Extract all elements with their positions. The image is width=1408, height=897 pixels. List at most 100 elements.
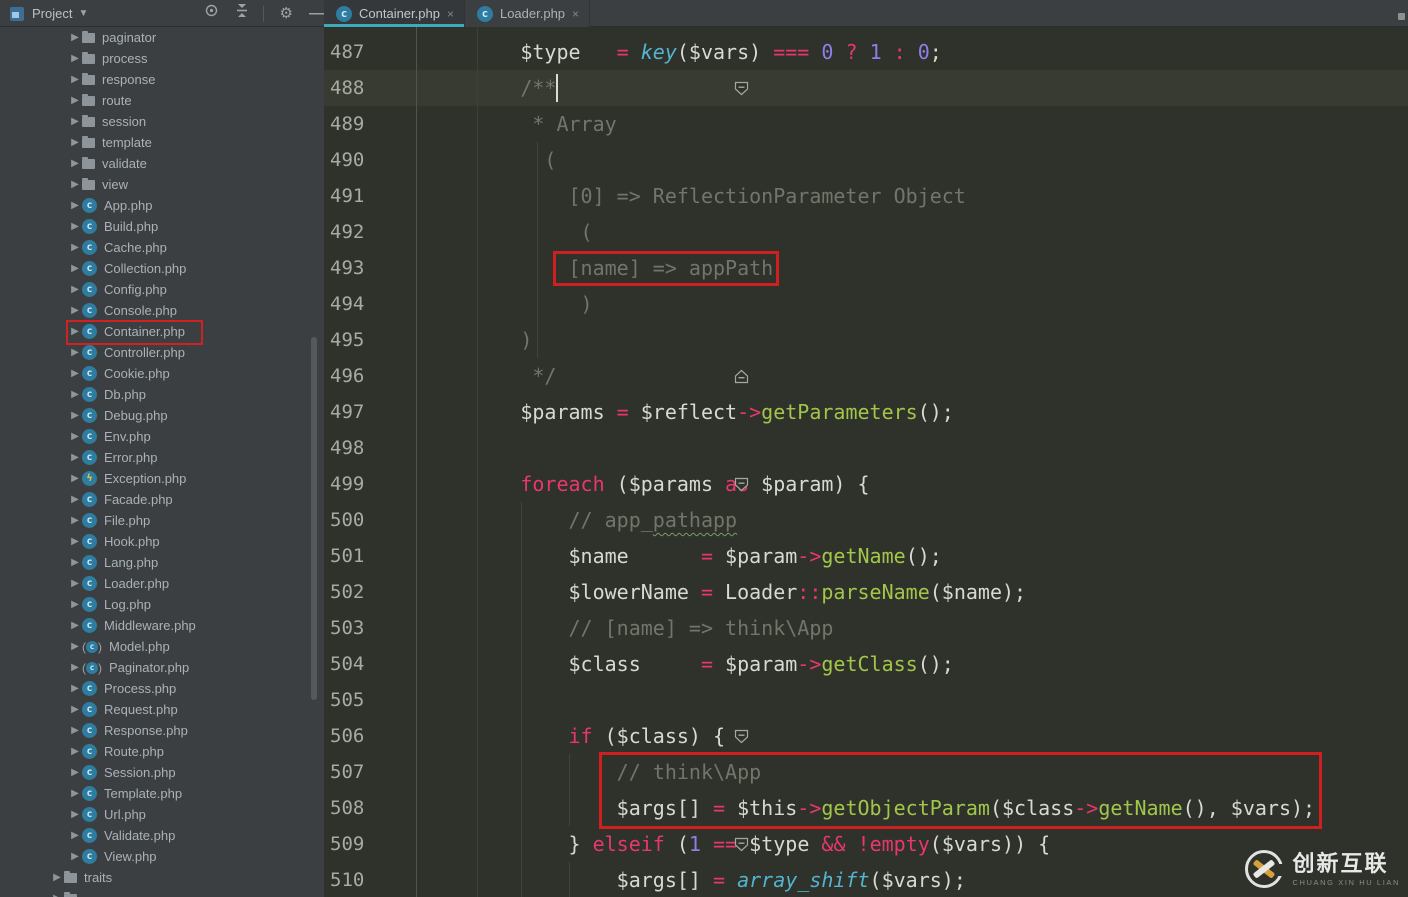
line-number[interactable]: 508 <box>330 790 364 826</box>
line-number[interactable]: 493 <box>330 250 364 286</box>
line-number[interactable]: 491 <box>330 178 364 214</box>
settings-gear-icon[interactable]: ⚙ <box>280 0 293 27</box>
tree-item-traits[interactable]: ▶traits <box>0 867 324 888</box>
expand-arrow-icon[interactable]: ▶ <box>68 284 82 295</box>
fold-marker-down-icon[interactable] <box>734 837 749 852</box>
fold-marker-down-icon[interactable] <box>734 477 749 492</box>
tree-item-middleware-php[interactable]: ▶cMiddleware.php <box>0 615 324 636</box>
line-number[interactable]: 486 <box>330 27 364 34</box>
tree-item-process-php[interactable]: ▶cProcess.php <box>0 678 324 699</box>
expand-arrow-icon[interactable]: ▶ <box>68 326 82 337</box>
code-line-508[interactable]: 508 $args[] = $this->getObjectParam($cla… <box>324 790 1408 826</box>
expand-arrow-icon[interactable]: ▶ <box>68 116 82 127</box>
expand-arrow-icon[interactable]: ▶ <box>68 746 82 757</box>
tree-item-container-php[interactable]: ▶cContainer.php <box>0 321 324 342</box>
code-line-503[interactable]: 503 // [name] => think\App <box>324 610 1408 646</box>
expand-arrow-icon[interactable]: ▶ <box>68 74 82 85</box>
line-number[interactable]: 488 <box>330 70 364 106</box>
expand-arrow-icon[interactable]: ▶ <box>68 599 82 610</box>
code-line-504[interactable]: 504 $class = $param->getClass(); <box>324 646 1408 682</box>
line-number[interactable]: 498 <box>330 430 364 466</box>
line-number[interactable]: 510 <box>330 862 364 897</box>
expand-arrow-icon[interactable]: ▶ <box>68 662 82 673</box>
line-number[interactable]: 500 <box>330 502 364 538</box>
tree-item-collection-php[interactable]: ▶cCollection.php <box>0 258 324 279</box>
code-line-501[interactable]: 501 $name = $param->getName(); <box>324 538 1408 574</box>
expand-arrow-icon[interactable]: ▶ <box>68 704 82 715</box>
expand-arrow-icon[interactable]: ▶ <box>68 851 82 862</box>
tree-item-console-php[interactable]: ▶cConsole.php <box>0 300 324 321</box>
line-number[interactable]: 497 <box>330 394 364 430</box>
tree-item-debug-php[interactable]: ▶cDebug.php <box>0 405 324 426</box>
tree-item-controller-php[interactable]: ▶cController.php <box>0 342 324 363</box>
tree-scrollbar[interactable] <box>311 337 317 700</box>
tree-item-paginator[interactable]: ▶paginator <box>0 27 324 48</box>
code-line-495[interactable]: 495 ) <box>324 322 1408 358</box>
line-number[interactable]: 509 <box>330 826 364 862</box>
line-number[interactable]: 504 <box>330 646 364 682</box>
expand-arrow-icon[interactable]: ▶ <box>68 830 82 841</box>
expand-arrow-icon[interactable]: ▶ <box>68 347 82 358</box>
code-editor[interactable]: 486 reset($vars);487 $type = key($vars) … <box>324 27 1408 897</box>
tree-item-error-php[interactable]: ▶cError.php <box>0 447 324 468</box>
tree-item-facade-php[interactable]: ▶cFacade.php <box>0 489 324 510</box>
expand-arrow-icon[interactable]: ▶ <box>68 368 82 379</box>
tree-item-model-php[interactable]: ▶(c)Model.php <box>0 636 324 657</box>
code-line-507[interactable]: 507 // think\App <box>324 754 1408 790</box>
collapse-all-icon[interactable] <box>235 0 249 27</box>
tree-item-loader-php[interactable]: ▶cLoader.php <box>0 573 324 594</box>
tree-item-response[interactable]: ▶response <box>0 69 324 90</box>
expand-arrow-icon[interactable]: ▶ <box>68 32 82 43</box>
fold-marker-down-icon[interactable] <box>734 729 749 744</box>
line-number[interactable]: 507 <box>330 754 364 790</box>
expand-arrow-icon[interactable]: ▶ <box>68 410 82 421</box>
expand-arrow-icon[interactable]: ▶ <box>68 431 82 442</box>
tree-item-session-php[interactable]: ▶cSession.php <box>0 762 324 783</box>
tree-item-request-php[interactable]: ▶cRequest.php <box>0 699 324 720</box>
expand-arrow-icon[interactable]: ▶ <box>68 725 82 736</box>
code-line-496[interactable]: 496 */ <box>324 358 1408 394</box>
tree-item-url-php[interactable]: ▶cUrl.php <box>0 804 324 825</box>
tree-item-app-php[interactable]: ▶cApp.php <box>0 195 324 216</box>
expand-arrow-icon[interactable]: ▶ <box>68 452 82 463</box>
tree-item-validate-php[interactable]: ▶cValidate.php <box>0 825 324 846</box>
line-number[interactable]: 492 <box>330 214 364 250</box>
code-line-491[interactable]: 491 [0] => ReflectionParameter Object <box>324 178 1408 214</box>
tree-item-template-php[interactable]: ▶cTemplate.php <box>0 783 324 804</box>
tree-item-cache-php[interactable]: ▶cCache.php <box>0 237 324 258</box>
line-number[interactable]: 501 <box>330 538 364 574</box>
tree-item-file-php[interactable]: ▶cFile.php <box>0 510 324 531</box>
expand-arrow-icon[interactable]: ▶ <box>68 641 82 652</box>
tree-item-build-php[interactable]: ▶cBuild.php <box>0 216 324 237</box>
expand-arrow-icon[interactable]: ▶ <box>68 95 82 106</box>
expand-arrow-icon[interactable]: ▶ <box>68 53 82 64</box>
expand-arrow-icon[interactable]: ▶ <box>68 767 82 778</box>
tree-item-template[interactable]: ▶template <box>0 132 324 153</box>
code-line-498[interactable]: 498 <box>324 430 1408 466</box>
line-number[interactable]: 494 <box>330 286 364 322</box>
expand-arrow-icon[interactable]: ▶ <box>68 536 82 547</box>
expand-arrow-icon[interactable]: ▶ <box>68 620 82 631</box>
tree-item-route[interactable]: ▶route <box>0 90 324 111</box>
expand-arrow-icon[interactable]: ▶ <box>68 179 82 190</box>
line-number[interactable]: 499 <box>330 466 364 502</box>
fold-marker-down-icon[interactable] <box>734 81 749 96</box>
code-line-502[interactable]: 502 $lowerName = Loader::parseName($name… <box>324 574 1408 610</box>
chevron-down-icon[interactable]: ▼ <box>78 8 88 19</box>
expand-arrow-icon[interactable]: ▶ <box>68 809 82 820</box>
tree-item-view[interactable]: ▶view <box>0 174 324 195</box>
code-line-492[interactable]: 492 ( <box>324 214 1408 250</box>
tree-item-route-php[interactable]: ▶cRoute.php <box>0 741 324 762</box>
tree-item-env-php[interactable]: ▶cEnv.php <box>0 426 324 447</box>
tree-item-validate[interactable]: ▶validate <box>0 153 324 174</box>
expand-arrow-icon[interactable]: ▶ <box>68 473 82 484</box>
tree-item-log-php[interactable]: ▶cLog.php <box>0 594 324 615</box>
tree-item-db-php[interactable]: ▶cDb.php <box>0 384 324 405</box>
expand-arrow-icon[interactable]: ▶ <box>68 137 82 148</box>
tree-item-paginator-php[interactable]: ▶(c)Paginator.php <box>0 657 324 678</box>
expand-arrow-icon[interactable]: ▶ <box>68 557 82 568</box>
tree-item-lang-php[interactable]: ▶cLang.php <box>0 552 324 573</box>
fold-marker-up-icon[interactable] <box>734 369 749 384</box>
code-line-500[interactable]: 500 // app_pathapp <box>324 502 1408 538</box>
line-number[interactable]: 490 <box>330 142 364 178</box>
